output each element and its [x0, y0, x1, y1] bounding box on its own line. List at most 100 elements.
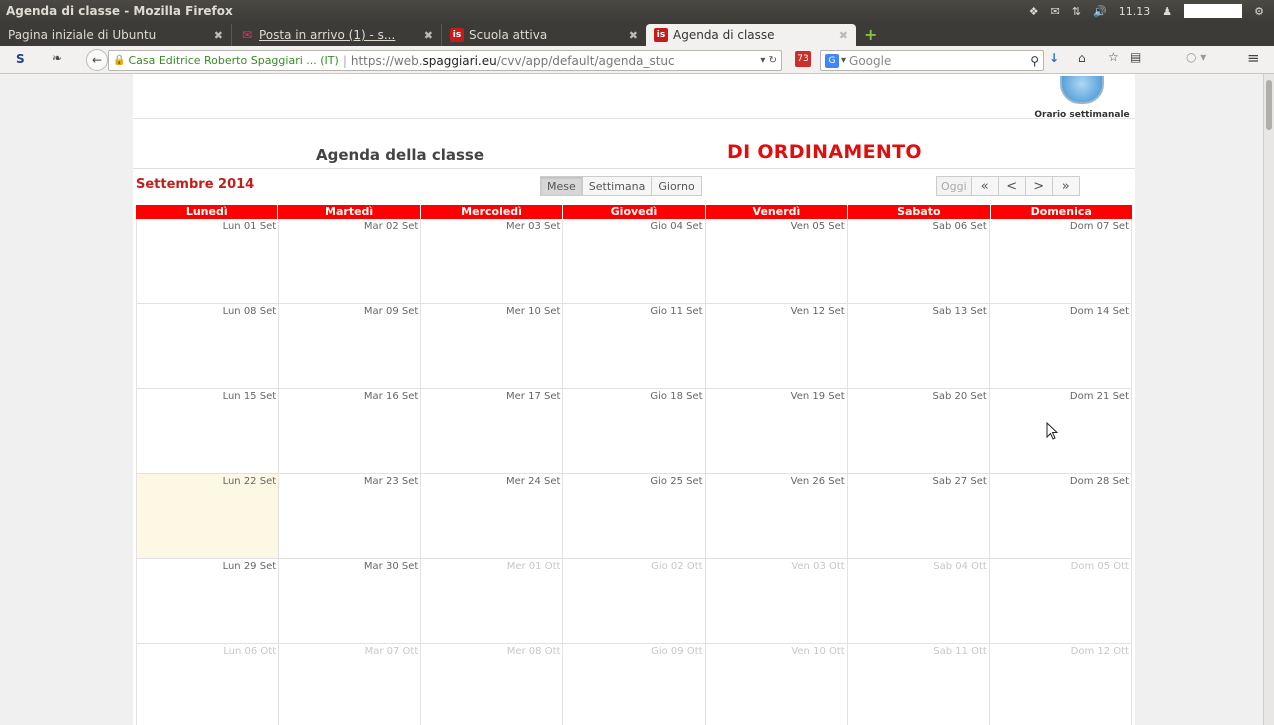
calendar-day-cell[interactable]: Mar 02 Set: [279, 219, 422, 303]
clock[interactable]: 11.13: [1119, 5, 1151, 18]
today-button[interactable]: Oggi: [936, 176, 972, 196]
calendar-day-cell[interactable]: Lun 15 Set: [136, 389, 280, 473]
calendar-week-row: Lun 15 Set Mar 16 Set Mer 17 Set Gio 18 Set…: [136, 389, 1132, 474]
google-engine-icon[interactable]: G: [825, 53, 839, 68]
scrollbar-thumb[interactable]: [1266, 80, 1272, 130]
username-box[interactable]: [1184, 4, 1243, 18]
calendar-day-cell[interactable]: Mar 23 Set: [279, 474, 422, 558]
dropbox-icon[interactable]: ❖: [1029, 5, 1039, 18]
calendar-day-cell[interactable]: Mar 09 Set: [279, 304, 422, 388]
url-dropdown-icon[interactable]: ▾ ↻: [756, 55, 781, 66]
url-text[interactable]: https://web.spaggiari.eu/cvv/app/default…: [351, 54, 675, 68]
nav-toolbar: S ❧ ← 🔒 Casa Editrice Roberto Spaggiari …: [0, 46, 1274, 74]
back-button[interactable]: ←: [86, 49, 108, 71]
site-identity[interactable]: Casa Editrice Roberto Spaggiari ... (IT): [128, 54, 338, 67]
close-icon[interactable]: ✖: [206, 29, 223, 42]
calendar-day-cell[interactable]: Lun 29 Set: [136, 559, 280, 643]
calendar-day-cell[interactable]: Lun 06 Ott: [136, 644, 280, 725]
search-bar[interactable]: G ▾ Google ⚲: [820, 50, 1044, 71]
calendar-day-cell[interactable]: Gio 04 Set: [563, 219, 706, 303]
calendar-day-cell[interactable]: Gio 09 Ott: [563, 644, 706, 725]
tab-ubuntu-home[interactable]: Pagina iniziale di Ubuntu ✖: [0, 24, 232, 46]
tab-mail[interactable]: ✉ Posta in arrivo (1) - s... ✖: [232, 24, 442, 46]
calendar-day-cell[interactable]: Dom 21 Set: [990, 389, 1132, 473]
search-icon[interactable]: ⚲: [1030, 54, 1039, 68]
vertical-scrollbar[interactable]: [1263, 74, 1274, 725]
network-icon[interactable]: ⇅: [1072, 5, 1081, 18]
calendar-day-cell[interactable]: Ven 26 Set: [706, 474, 848, 558]
calendar-day-cell[interactable]: Mar 16 Set: [279, 389, 422, 473]
calendar-day-cell[interactable]: Gio 18 Set: [563, 389, 706, 473]
calendar-day-cell[interactable]: Sab 06 Set: [848, 219, 990, 303]
session-gear-icon[interactable]: ⚙: [1254, 5, 1264, 18]
view-week-button[interactable]: Settimana: [581, 176, 653, 196]
divider: [133, 168, 1135, 169]
calendar-day-cell[interactable]: Dom 05 Ott: [990, 559, 1132, 643]
calendar-day-cell[interactable]: Mer 10 Set: [421, 304, 564, 388]
calendar-day-cell[interactable]: Gio 25 Set: [563, 474, 706, 558]
calendar-day-cell[interactable]: Dom 28 Set: [990, 474, 1132, 558]
mail-indicator-icon[interactable]: ✉: [1051, 5, 1060, 18]
calendar-day-cell[interactable]: Sab 13 Set: [848, 304, 990, 388]
addon-dropdown-icon[interactable]: ○ ▾: [1186, 50, 1206, 64]
addon-badge-icon[interactable]: 73: [795, 51, 811, 67]
volume-icon[interactable]: 🔊: [1093, 5, 1107, 18]
calendar-day-cell[interactable]: Gio 11 Set: [563, 304, 706, 388]
search-placeholder: Google: [849, 53, 892, 68]
calendar-day-cell[interactable]: Sab 11 Ott: [848, 644, 990, 725]
calendar-day-cell[interactable]: Dom 07 Set: [990, 219, 1132, 303]
bookmark-star-icon[interactable]: ☆: [1108, 50, 1119, 64]
calendar-day-cell[interactable]: Ven 19 Set: [706, 389, 848, 473]
next-year-button[interactable]: »: [1051, 176, 1080, 196]
day-label: Mer 08 Ott: [506, 646, 561, 657]
url-bar[interactable]: 🔒 Casa Editrice Roberto Spaggiari ... (I…: [108, 50, 782, 71]
calendar-day-cell[interactable]: Lun 08 Set: [136, 304, 280, 388]
addon-icon[interactable]: ❧: [52, 51, 62, 65]
calendar-day-cell[interactable]: Ven 12 Set: [706, 304, 848, 388]
close-icon[interactable]: ✖: [416, 29, 433, 42]
view-month-button[interactable]: Mese: [540, 176, 583, 196]
download-icon[interactable]: ↓: [1049, 51, 1059, 65]
tab-agenda[interactable]: is Agenda di classe ✖: [646, 24, 856, 46]
home-icon[interactable]: ⌂: [1078, 51, 1086, 65]
calendar-day-cell[interactable]: Mer 17 Set: [421, 389, 564, 473]
prev-button[interactable]: <: [997, 176, 1026, 196]
hamburger-menu-icon[interactable]: ≡: [1247, 49, 1260, 67]
skype-addon-icon[interactable]: S: [16, 52, 25, 66]
tab-scuola-attiva[interactable]: is Scuola attiva ✖: [442, 24, 646, 46]
calendar-week-row: Lun 06 Ott Mar 07 Ott Mer 08 Ott Gio 09 Ott…: [136, 644, 1132, 725]
weekday-label: Domenica: [990, 205, 1132, 219]
close-icon[interactable]: ✖: [621, 29, 638, 42]
next-button[interactable]: >: [1024, 176, 1053, 196]
calendar-day-cell[interactable]: Ven 05 Set: [706, 219, 848, 303]
calendar-day-cell[interactable]: Gio 02 Ott: [563, 559, 706, 643]
calendar-day-cell[interactable]: Mar 07 Ott: [279, 644, 422, 725]
day-label: Mar 02 Set: [363, 221, 419, 232]
tab-label: Pagina iniziale di Ubuntu: [8, 28, 157, 42]
view-day-button[interactable]: Giorno: [651, 176, 702, 196]
orario-settimanale-link[interactable]: Orario settimanale: [1030, 76, 1134, 120]
chevron-down-icon[interactable]: ▾: [841, 55, 846, 66]
calendar-day-cell[interactable]: Mer 01 Ott: [421, 559, 564, 643]
new-tab-icon[interactable]: +: [856, 24, 885, 46]
prev-year-button[interactable]: «: [970, 176, 999, 196]
calendar-day-cell[interactable]: Dom 14 Set: [990, 304, 1132, 388]
calendar-day-cell[interactable]: Dom 12 Ott: [990, 644, 1132, 725]
calendar-day-cell[interactable]: Sab 20 Set: [848, 389, 990, 473]
day-label: Gio 09 Ott: [651, 646, 703, 657]
calendar-day-cell[interactable]: Sab 27 Set: [848, 474, 990, 558]
calendar-day-cell[interactable]: Lun 22 Set: [136, 474, 280, 558]
calendar-day-cell[interactable]: Mer 24 Set: [421, 474, 564, 558]
user-icon[interactable]: ♟: [1162, 5, 1172, 18]
calendar-day-cell[interactable]: Sab 04 Ott: [848, 559, 990, 643]
globe-icon: [1060, 76, 1104, 104]
calendar-day-cell[interactable]: Mer 03 Set: [421, 219, 564, 303]
calendar-day-cell[interactable]: Ven 03 Ott: [706, 559, 848, 643]
bookmarks-menu-icon[interactable]: ▤: [1130, 50, 1141, 64]
calendar-day-cell[interactable]: Mer 08 Ott: [421, 644, 564, 725]
day-label: Ven 03 Ott: [791, 561, 845, 572]
close-icon[interactable]: ✖: [831, 29, 848, 42]
calendar-day-cell[interactable]: Ven 10 Ott: [706, 644, 848, 725]
calendar-day-cell[interactable]: Lun 01 Set: [136, 219, 280, 303]
calendar-day-cell[interactable]: Mar 30 Set: [279, 559, 422, 643]
